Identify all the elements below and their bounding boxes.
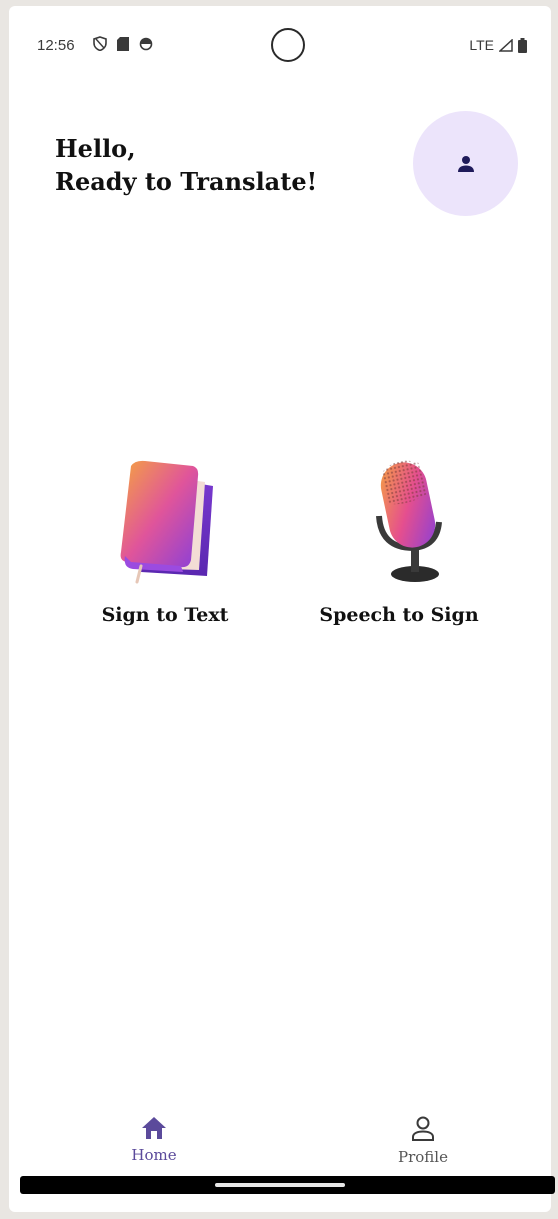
sim-card-icon <box>117 36 129 51</box>
sign-to-text-label: Sign to Text <box>101 604 229 626</box>
status-bar: 12:56 LTE <box>9 6 551 86</box>
profile-icon <box>412 1116 434 1141</box>
book-icon <box>120 460 213 584</box>
sign-to-text-card[interactable]: Sign to Text <box>65 456 265 626</box>
shield-icon <box>93 36 107 51</box>
nav-profile-label: Profile <box>398 1148 448 1166</box>
person-icon <box>457 155 474 172</box>
network-type: LTE <box>469 37 494 53</box>
bottom-navigation: Home Profile <box>9 1116 551 1176</box>
status-right: LTE <box>469 37 527 53</box>
greeting: Hello, Ready to Translate! <box>55 132 317 198</box>
microphone-icon <box>376 460 442 582</box>
nav-profile[interactable]: Profile <box>353 1116 493 1166</box>
sync-icon <box>139 37 153 50</box>
camera-cutout <box>271 28 305 62</box>
status-time: 12:56 <box>37 37 75 54</box>
greeting-line-2: Ready to Translate! <box>55 167 318 196</box>
signal-icon <box>499 38 513 52</box>
battery-icon <box>518 37 527 53</box>
app-screen: 12:56 LTE Hello, Ready to Translate! Sig… <box>9 6 551 1212</box>
status-notification-icons <box>93 36 153 51</box>
nav-home-label: Home <box>131 1146 177 1164</box>
speech-to-sign-label: Speech to Sign <box>319 604 479 626</box>
speech-to-sign-card[interactable]: Speech to Sign <box>299 456 499 626</box>
gesture-handle[interactable] <box>215 1183 345 1187</box>
home-icon <box>142 1117 166 1139</box>
greeting-line-1: Hello, <box>55 134 136 163</box>
nav-home[interactable]: Home <box>84 1116 224 1164</box>
avatar-button[interactable] <box>413 111 518 216</box>
gesture-bar <box>20 1176 555 1194</box>
